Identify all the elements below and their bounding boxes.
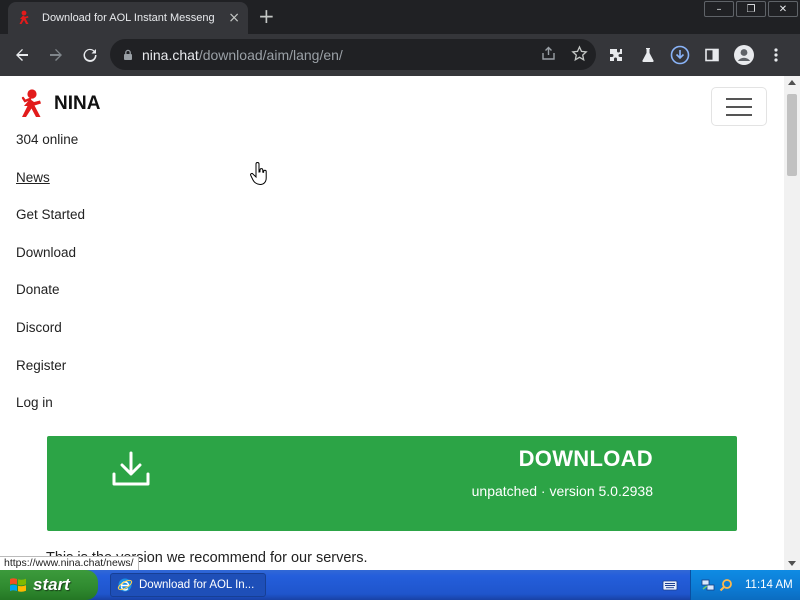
- profile-button[interactable]: [732, 39, 756, 70]
- scroll-down-arrow-icon[interactable]: [788, 561, 796, 566]
- browser-tab[interactable]: Download for AOL Instant Messeng ×: [8, 2, 248, 34]
- hamburger-icon-bar: [726, 97, 752, 100]
- hamburger-icon-bar: [726, 105, 752, 108]
- forward-arrow-icon: [50, 49, 62, 61]
- nav-link-get-started[interactable]: Get Started: [16, 207, 85, 222]
- nav-link-register[interactable]: Register: [16, 358, 66, 373]
- browser-titlebar: Download for AOL Instant Messeng × + – ❐…: [0, 0, 800, 34]
- online-count-text: 304 online: [16, 132, 79, 147]
- nav-online-count: 304 online: [16, 132, 85, 170]
- taskbar-item-browser[interactable]: Download for AOL In...: [110, 573, 266, 597]
- nav-item-donate[interactable]: Donate: [16, 282, 85, 320]
- download-title: DOWNLOAD: [518, 446, 653, 471]
- profile-icon: [734, 44, 754, 65]
- forward-button[interactable]: [40, 39, 72, 71]
- nav-item-login[interactable]: Log in: [16, 395, 85, 433]
- nav-link-discord[interactable]: Discord: [16, 320, 62, 335]
- scrollbar-thumb[interactable]: [787, 94, 797, 176]
- windows-flag-icon: [10, 578, 26, 592]
- nav-toggle-button[interactable]: [711, 87, 767, 126]
- link-status-bubble: https://www.nina.chat/news/: [0, 556, 139, 571]
- nav-link-news[interactable]: News: [16, 170, 50, 185]
- scroll-up-arrow-icon[interactable]: [788, 80, 796, 85]
- os-taskbar: start Download for AOL In... 11:14 AM: [0, 570, 800, 600]
- reload-button[interactable]: [74, 39, 106, 71]
- download-version: unpatched · version 5.0.2938: [471, 483, 653, 499]
- start-button[interactable]: start: [0, 570, 98, 600]
- nav-link-login[interactable]: Log in: [16, 395, 53, 410]
- site-nav: 304 online News Get Started Download Don…: [16, 132, 85, 433]
- url-path: /download/aim/lang/en/: [198, 46, 343, 63]
- minimize-button[interactable]: –: [704, 1, 734, 17]
- url-host: nina.chat: [142, 46, 199, 63]
- lock-icon: [124, 49, 132, 60]
- nav-item-get-started[interactable]: Get Started: [16, 207, 85, 245]
- nav-item-discord[interactable]: Discord: [16, 320, 85, 358]
- keyboard-icon[interactable]: [662, 578, 678, 592]
- hamburger-icon-bar: [726, 113, 752, 116]
- address-bar[interactable]: nina.chat/download/aim/lang/en/: [110, 39, 596, 70]
- brand-name: NINA: [54, 93, 101, 114]
- aim-favicon-icon: [19, 10, 29, 24]
- download-arrow-icon: [112, 451, 150, 486]
- network-icon[interactable]: [701, 578, 715, 592]
- browser-toolbar: nina.chat/download/aim/lang/en/: [0, 34, 800, 76]
- more-menu-icon: [774, 47, 778, 62]
- start-label: start: [33, 575, 70, 594]
- search-tray-icon[interactable]: [719, 578, 733, 592]
- nav-link-donate[interactable]: Donate: [16, 282, 60, 297]
- tab-close-icon[interactable]: ×: [228, 10, 240, 26]
- extensions-button[interactable]: [604, 39, 628, 70]
- url-text: nina.chat/download/aim/lang/en/: [142, 47, 343, 63]
- side-panel-icon: [705, 48, 719, 61]
- labs-flask-icon: [642, 47, 654, 62]
- page-scrollbar[interactable]: [784, 76, 800, 570]
- window-controls: – ❐ ✕: [704, 1, 798, 17]
- new-tab-button[interactable]: +: [258, 6, 275, 26]
- download-button[interactable]: DOWNLOAD unpatched · version 5.0.2938: [47, 436, 737, 531]
- web-page: NINA 304 online News Get Started Downloa…: [0, 76, 784, 570]
- more-menu-button[interactable]: [764, 39, 788, 70]
- star-icon[interactable]: [571, 45, 588, 62]
- side-panel-button[interactable]: [700, 39, 724, 70]
- aim-running-man-icon: [21, 89, 41, 117]
- labs-button[interactable]: [636, 39, 660, 70]
- nav-item-news[interactable]: News: [16, 170, 85, 208]
- share-icon[interactable]: [540, 45, 557, 62]
- clock[interactable]: 11:14 AM: [745, 579, 793, 591]
- toolbar-right: [604, 39, 788, 70]
- restore-button[interactable]: ❐: [736, 1, 766, 17]
- downloads-button[interactable]: [668, 39, 692, 70]
- close-window-button[interactable]: ✕: [768, 1, 798, 17]
- taskbar-item-label: Download for AOL In...: [139, 579, 255, 591]
- nav-link-download[interactable]: Download: [16, 245, 76, 260]
- back-arrow-icon: [16, 49, 28, 61]
- reload-icon: [83, 48, 97, 62]
- hand-cursor-icon: [250, 162, 267, 186]
- download-status-icon: [670, 45, 690, 64]
- nav-item-download[interactable]: Download: [16, 245, 85, 283]
- system-tray: 11:14 AM: [690, 570, 800, 600]
- extensions-icon: [610, 48, 622, 61]
- back-button[interactable]: [6, 39, 38, 71]
- site-brand[interactable]: NINA: [16, 88, 100, 120]
- nav-item-register[interactable]: Register: [16, 358, 85, 396]
- ie-icon: [117, 578, 133, 592]
- omnibox-actions: [540, 45, 588, 62]
- tab-title: Download for AOL Instant Messeng: [42, 12, 215, 24]
